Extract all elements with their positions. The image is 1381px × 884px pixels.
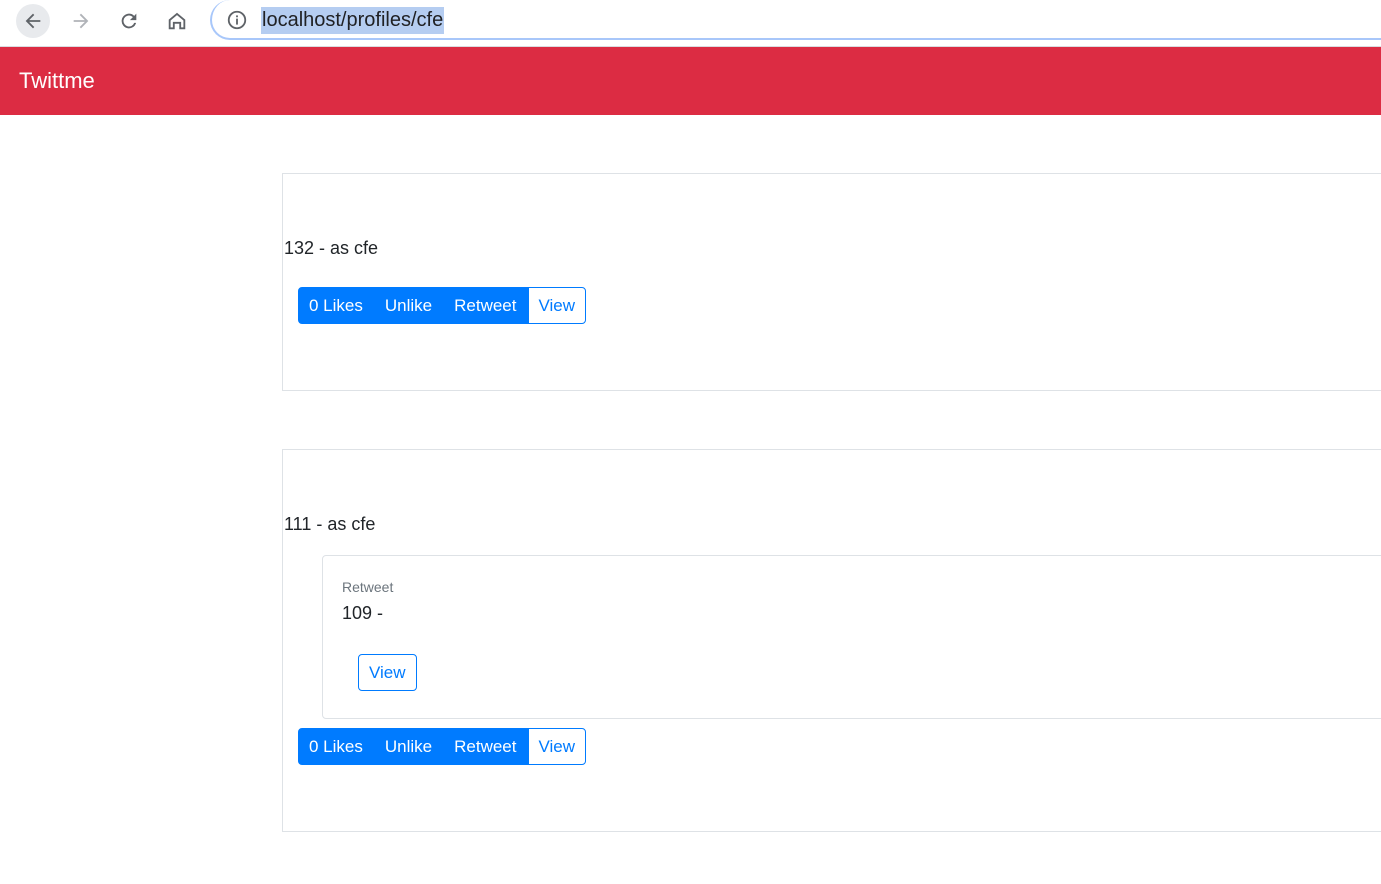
url-text[interactable]: localhost/profiles/cfe xyxy=(261,7,445,34)
tweet-card: 132 - as cfe 0 Likes Unlike Retweet View xyxy=(282,173,1381,391)
view-button[interactable]: View xyxy=(527,287,587,324)
tweet-card: 111 - as cfe Retweet 109 - View 0 Likes … xyxy=(282,449,1381,832)
home-icon xyxy=(168,12,186,30)
tweet-action-group: 0 Likes Unlike Retweet View xyxy=(298,287,587,324)
likes-button[interactable]: 0 Likes xyxy=(298,728,374,765)
retweet-button[interactable]: Retweet xyxy=(443,728,528,765)
reload-button[interactable] xyxy=(112,4,146,38)
likes-button[interactable]: 0 Likes xyxy=(298,287,374,324)
retweeted-tweet: Retweet 109 - View xyxy=(322,555,1381,719)
info-icon[interactable] xyxy=(226,9,248,31)
unlike-button[interactable]: Unlike xyxy=(373,728,444,765)
app-navbar: Twittme xyxy=(0,47,1381,115)
home-button[interactable] xyxy=(160,4,194,38)
tweet-text: 111 - as cfe xyxy=(284,514,376,534)
unlike-button[interactable]: Unlike xyxy=(373,287,444,324)
forward-button[interactable] xyxy=(64,4,98,38)
browser-toolbar: localhost/profiles/cfe xyxy=(0,0,1381,47)
back-arrow-icon xyxy=(25,13,41,29)
brand-link[interactable]: Twittme xyxy=(19,68,95,94)
back-button[interactable] xyxy=(16,4,50,38)
retweet-label: Retweet xyxy=(342,579,394,595)
view-button[interactable]: View xyxy=(527,728,587,765)
retweet-text: 109 - xyxy=(342,603,384,623)
retweet-button[interactable]: Retweet xyxy=(443,287,528,324)
tweet-text: 132 - as cfe xyxy=(284,238,379,258)
forward-arrow-icon xyxy=(73,13,89,29)
tweet-action-group: 0 Likes Unlike Retweet View xyxy=(298,728,587,765)
retweet-view-button[interactable]: View xyxy=(358,654,417,691)
reload-icon xyxy=(121,13,137,29)
